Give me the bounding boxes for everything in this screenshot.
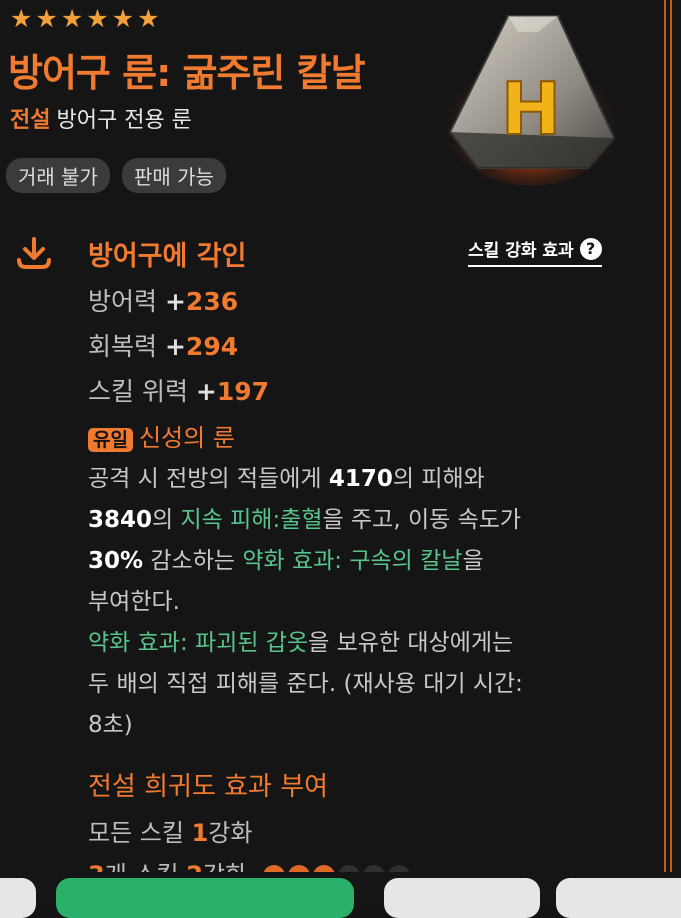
star-icon: ★ xyxy=(10,4,33,33)
skill-link-label: 스킬 강화 효과 xyxy=(468,241,574,261)
stat-label: 회복력 xyxy=(88,332,158,361)
stat-value: 294 xyxy=(185,332,239,361)
engrave-download-icon xyxy=(17,237,51,269)
rune-description: 공격 시 전방의 적들에게 4170의 피해와 3840의 지속 피해:출혈을 … xyxy=(88,459,648,746)
help-icon: ? xyxy=(579,237,602,260)
item-tooltip-panel: ★ ★ ★ ★ ★ ★ 방어구 룬: 굶주린 칼날 전설 방어구 전용 룬 거래 … xyxy=(0,0,681,907)
item-type: 방어구 전용 룬 xyxy=(56,108,192,133)
unique-badge: 유일 xyxy=(88,428,133,452)
effect-broken-armor: 약화 효과: 파괴된 갑옷 xyxy=(88,630,309,656)
unique-rune: 유일 신성의 룬 xyxy=(88,418,235,453)
engrave-title: 방어구에 각인 xyxy=(88,241,247,272)
desc-line: 부여한다. xyxy=(88,589,180,615)
stat-defense: 방어력 +236 xyxy=(88,287,239,316)
desc-line: 약화 효과: 파괴된 갑옷을 보유한 대상에게는 xyxy=(88,630,514,656)
stat-label: 스킬 위력 xyxy=(88,377,188,406)
effect-bleed: 지속 피해:출혈 xyxy=(180,507,323,533)
star-icon: ★ xyxy=(35,4,58,33)
item-tags: 거래 불가 판매 가능 xyxy=(6,158,226,193)
star-icon: ★ xyxy=(60,4,84,33)
desc-line: 8초) xyxy=(88,712,133,738)
tertiary-action-button[interactable] xyxy=(556,878,681,918)
rarity-label: 전설 xyxy=(10,108,51,133)
rune-letter: H xyxy=(501,67,561,151)
primary-action-button[interactable] xyxy=(56,878,354,918)
item-subtitle: 전설 방어구 전용 룬 xyxy=(10,102,192,134)
star-icon: ★ xyxy=(86,4,109,33)
star-rating: ★ ★ ★ ★ ★ ★ xyxy=(10,6,160,32)
secondary-action-button[interactable] xyxy=(384,878,540,918)
star-icon: ★ xyxy=(111,4,135,33)
unique-rune-name: 신성의 룬 xyxy=(138,424,235,452)
desc-line: 두 배의 직접 피해를 준다. (재사용 대기 시간: xyxy=(88,671,523,697)
stat-value: 236 xyxy=(185,287,239,316)
star-icon: ★ xyxy=(137,4,160,33)
stat-skill-power: 스킬 위력 +197 xyxy=(88,377,270,406)
rune-stone-icon: H xyxy=(439,15,623,186)
skill-enhancement-link[interactable]: 스킬 강화 효과 ? xyxy=(468,236,602,267)
legend-rarity-title: 전설 희귀도 효과 부여 xyxy=(88,772,329,802)
panel-border-line xyxy=(664,0,666,880)
legend-line-all-skills: 모든 스킬 1강화 xyxy=(88,819,253,847)
item-title: 방어구 룬: 굶주린 칼날 xyxy=(8,51,366,95)
stat-recovery: 회복력 +294 xyxy=(88,332,239,361)
tag-sellable: 판매 가능 xyxy=(121,158,226,193)
tag-untradeable: 거래 불가 xyxy=(6,158,110,193)
desc-line: 3840의 지속 피해:출혈을 주고, 이동 속도가 xyxy=(88,507,522,533)
stat-value: 197 xyxy=(216,377,270,406)
back-button[interactable] xyxy=(0,878,36,918)
desc-line: 공격 시 전방의 적들에게 4170의 피해와 xyxy=(88,466,485,492)
desc-line: 30% 감소하는 약화 효과: 구속의 칼날을 xyxy=(88,548,484,574)
panel-border-line-outer xyxy=(670,0,672,880)
stat-label: 방어력 xyxy=(88,287,158,316)
effect-binding-blade: 약화 효과: 구속의 칼날 xyxy=(242,548,463,574)
